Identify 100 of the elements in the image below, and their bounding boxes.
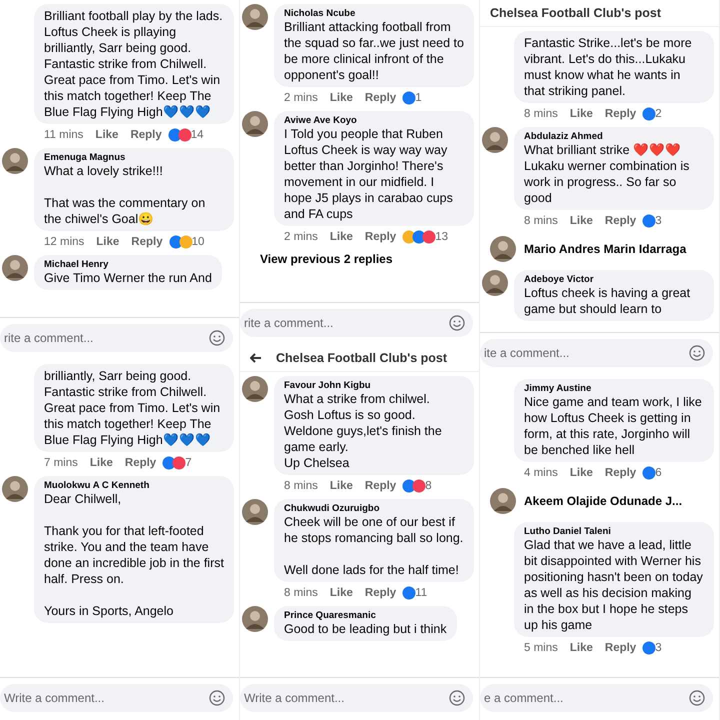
comment-placeholder: rite a comment... (244, 316, 334, 330)
emoji-icon[interactable] (209, 330, 225, 346)
comment-text: Dear Chilwell, Thank you for that left-footed strike. You and the team have done an incredible job in the first half. Press on. Yours in Sports, Angelo (44, 491, 224, 619)
reply-link[interactable]: Reply (364, 231, 396, 243)
comment-field[interactable]: Write a comment... (240, 684, 473, 712)
comment-text: Nice game and team work, I like how Loftus Cheek is getting in form, at this rate, Jorginho will be benched like hell (524, 394, 703, 458)
reaction-icon[interactable] (422, 230, 436, 244)
commenter-name[interactable]: Muolokwu A C Kenneth (44, 480, 224, 491)
comment-text: What a strike from chilwel. Gosh Loftus is so good. Weldone guys,let's finish the game early. Up Chelsea (284, 391, 443, 471)
comment-time: 2 mins (284, 92, 318, 104)
comment-text: What a lovely strike!!! That was the commentary on the chiwel's Goal😀 (44, 163, 206, 227)
avatar[interactable] (490, 236, 516, 262)
comment-text: Cheek will be one of our best if he stops romancing ball so long. Well done lads for the half time! (284, 514, 464, 578)
commenter-name[interactable]: Favour John Kigbu (284, 380, 464, 391)
like-link[interactable]: Like (570, 642, 593, 654)
comment-text: Good to be leading but i think (284, 621, 447, 637)
reaction-count: 14 (190, 129, 204, 141)
like-link[interactable]: Like (95, 129, 118, 141)
like-link[interactable]: Like (570, 467, 593, 479)
reaction-icon[interactable] (178, 128, 192, 142)
avatar[interactable] (482, 270, 508, 296)
like-link[interactable]: Like (330, 587, 353, 599)
emoji-icon[interactable] (689, 345, 705, 361)
commenter-name[interactable]: Abdulaziz Ahmed (524, 131, 704, 142)
comment-time: 11 mins (44, 129, 84, 141)
reply-link[interactable]: Reply (604, 467, 636, 479)
reaction-icon[interactable] (642, 107, 656, 121)
avatar[interactable] (242, 606, 268, 632)
emoji-icon[interactable] (209, 690, 225, 706)
reply-link[interactable]: Reply (364, 587, 396, 599)
reaction-count: 3 (655, 642, 662, 654)
reaction-icon[interactable] (402, 91, 416, 105)
commenter-name[interactable]: Mario Andres Marin Idarraga (524, 242, 686, 256)
commenter-name[interactable]: Emenuga Magnus (44, 152, 224, 163)
reply-link[interactable]: Reply (604, 215, 636, 227)
like-link[interactable]: Like (570, 215, 593, 227)
comment-field[interactable]: ite a comment... (480, 339, 713, 367)
avatar[interactable] (2, 255, 28, 281)
emoji-icon[interactable] (449, 315, 465, 331)
emoji-icon[interactable] (689, 690, 705, 706)
reaction-icon[interactable] (642, 641, 656, 655)
like-link[interactable]: Like (96, 236, 120, 248)
comment-text: Fantastic Strike...let's be more vibrant. Let's do this...Lukaku must know what he wants in that striking panel. (524, 35, 693, 99)
reply-link[interactable]: Reply (604, 108, 636, 120)
commenter-name[interactable]: Adeboye Victor (524, 274, 704, 285)
avatar[interactable] (242, 376, 268, 402)
comment-placeholder: Write a comment... (4, 691, 104, 705)
comment-text: Glad that we have a lead, little bit disappointed with Werner his positioning hasn't been on today as well as his decision making in the box but I hope he steps up his game (524, 537, 704, 633)
avatar[interactable] (242, 4, 268, 30)
emoji-icon[interactable] (449, 690, 465, 706)
reaction-count: 2 (655, 108, 662, 120)
like-link[interactable]: Like (330, 92, 353, 104)
reaction-icon[interactable] (642, 466, 656, 480)
avatar[interactable] (482, 127, 508, 153)
reply-link[interactable]: Reply (364, 480, 396, 492)
reaction-count: 1 (415, 92, 422, 104)
avatar[interactable] (242, 111, 268, 137)
reply-link[interactable]: Reply (130, 129, 162, 141)
comment-time: 8 mins (284, 587, 318, 599)
commenter-name[interactable]: Aviwe Ave Koyo (284, 115, 464, 126)
view-replies-link[interactable]: View previous 2 replies (242, 250, 475, 272)
comment-time: 7 mins (44, 457, 78, 469)
commenter-name[interactable]: Michael Henry (44, 259, 212, 270)
commenter-name[interactable]: Chukwudi Ozuruigbo (284, 503, 464, 514)
reaction-count: 7 (185, 457, 192, 469)
comment-text: Brilliant football play by the lads. Loftus Cheek is pllaying brilliantly, Sarr being good. Fantastic strike from Chilwell. Great pace from Timo. Let's win this match together! Keep The Blue Flag Flying High💙💙💙 (44, 8, 224, 120)
comment-text: brilliantly, Sarr being good. Fantastic strike from Chilwell. Great pace from Timo. Let's win this match together! Keep The Blue Flag Flying High💙💙💙 (44, 368, 222, 448)
comment-text: What brilliant strike ❤❤❤ Lukaku werner combination is work in progress.. So far so good (524, 142, 690, 206)
reaction-icon[interactable] (172, 456, 186, 470)
comment-field[interactable]: rite a comment... (240, 309, 473, 337)
comment-field[interactable]: Write a comment... (0, 684, 233, 712)
avatar[interactable] (490, 488, 516, 514)
commenter-name[interactable]: Nicholas Ncube (284, 8, 464, 19)
comment-text: Give Timo Werner the run And (44, 270, 212, 286)
avatar[interactable] (242, 499, 268, 525)
like-link[interactable]: Like (570, 108, 593, 120)
comment-time: 2 mins (284, 231, 318, 243)
reply-link[interactable]: Reply (131, 236, 163, 248)
comment-placeholder: ite a comment... (484, 346, 570, 360)
comment-field[interactable]: rite a comment... (0, 324, 233, 352)
commenter-name[interactable]: Prince Quaresmanic (284, 610, 447, 621)
like-link[interactable]: Like (330, 231, 353, 243)
comment-placeholder: e a comment... (484, 691, 564, 705)
comment-field[interactable]: e a comment... (480, 684, 713, 712)
commenter-name[interactable]: Lutho Daniel Taleni (524, 526, 704, 537)
like-link[interactable]: Like (330, 480, 353, 492)
reaction-icon[interactable] (412, 479, 426, 493)
like-link[interactable]: Like (90, 457, 113, 469)
back-icon[interactable] (250, 353, 262, 363)
reaction-icon[interactable] (642, 214, 656, 228)
commenter-name[interactable]: Akeem Olajide Odunade J... (524, 494, 682, 508)
reaction-icon[interactable] (178, 235, 193, 249)
reply-link[interactable]: Reply (364, 92, 396, 104)
avatar[interactable] (2, 476, 28, 502)
reaction-icon[interactable] (402, 586, 416, 600)
commenter-name[interactable]: Jimmy Austine (524, 383, 704, 394)
reply-link[interactable]: Reply (604, 642, 636, 654)
reply-link[interactable]: Reply (124, 457, 156, 469)
avatar[interactable] (2, 148, 28, 174)
comment-time: 12 mins (44, 236, 84, 248)
